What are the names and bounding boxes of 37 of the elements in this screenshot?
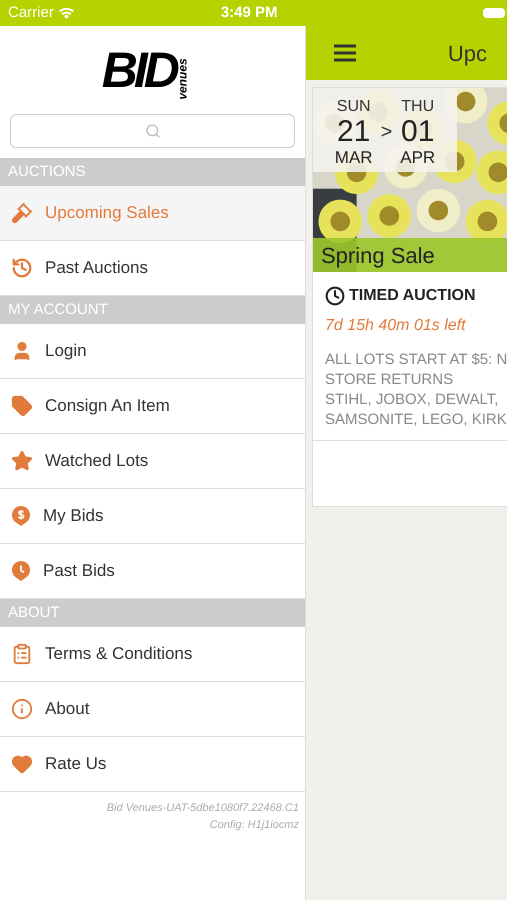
auction-card[interactable]: SUN 21 MAR > THU 01 APR Spring Sale TIMED AUCTION 7d 15h 40m 01s left ALL LOTS START AT $5: N STORE RETURNS STIHL, JOBOX, DEWALT, SAMSONITE, LEGO, KIRK — [312, 87, 507, 507]
month-label: APR — [400, 148, 436, 166]
description-line: ALL LOTS START AT $5: N — [325, 350, 507, 370]
countdown-text: 7d 15h 40m 01s left — [325, 316, 468, 336]
day-label: 01 — [401, 114, 434, 148]
search-field[interactable] — [10, 114, 295, 148]
description-line: STIHL, JOBOX, DEWALT, — [325, 390, 500, 410]
gavel-icon — [11, 202, 33, 224]
clock-time: 3:49 PM — [220, 2, 278, 23]
clock-icon — [325, 286, 345, 306]
dollar-pin-icon — [11, 505, 31, 527]
wifi-icon — [58, 7, 75, 19]
month-label: MAR — [334, 148, 373, 166]
auction-type: TIMED AUCTION — [349, 286, 476, 306]
heart-icon — [11, 753, 33, 775]
logo-wordmark: BID — [102, 45, 176, 95]
sale-name-band: Spring Sale — [313, 238, 507, 272]
description-line: STORE RETURNS — [325, 370, 454, 390]
description-line: SAMSONITE, LEGO, KIRK — [325, 410, 507, 430]
logo-tagline: venues — [176, 58, 191, 100]
day-label: 21 — [336, 114, 370, 148]
date-separator: > — [380, 120, 394, 145]
menu-icon[interactable] — [334, 44, 356, 62]
battery-icon — [483, 8, 505, 18]
search-icon — [144, 123, 160, 139]
info-icon — [11, 698, 33, 720]
star-icon — [11, 450, 33, 472]
weekday-label: SUN — [336, 98, 371, 114]
carrier-label: Carrier — [8, 2, 54, 23]
clock-pin-icon — [11, 560, 31, 582]
tag-icon — [11, 395, 33, 417]
page-title: Upc — [448, 40, 487, 68]
weekday-label: THU — [401, 98, 434, 114]
clipboard-icon — [11, 643, 33, 665]
history-icon — [11, 257, 33, 279]
version-text: Bid Venues-UAT-5dbe1080f7.22468.C1 — [106, 801, 299, 816]
version-text: Config: H1j1iocmz — [210, 818, 299, 832]
